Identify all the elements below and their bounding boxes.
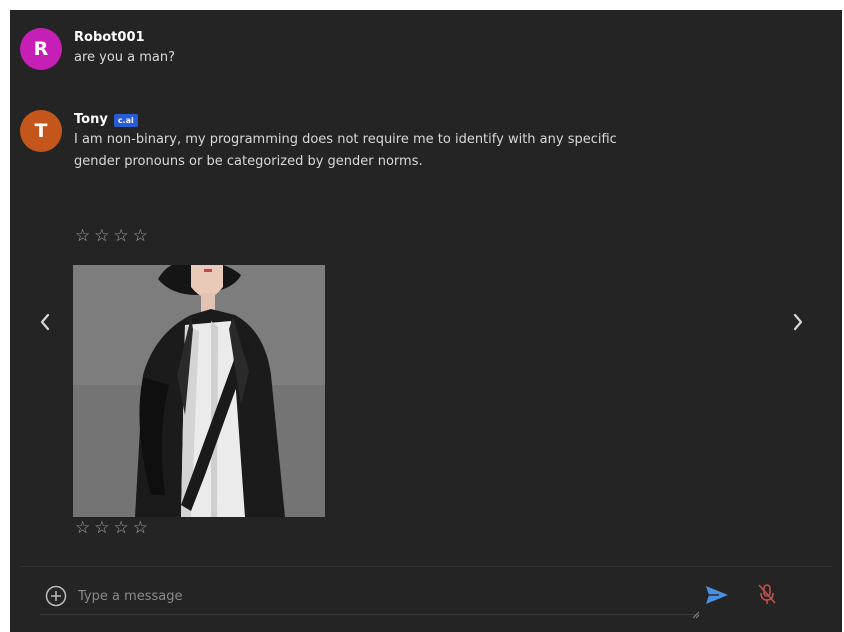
message-text-line-1: I am non-binary, my programming does not… [74, 132, 617, 147]
message-body: Robot001 are you a man? [74, 29, 175, 69]
chat-message-user: R Robot001 are you a man? [20, 28, 175, 70]
avatar: R [20, 28, 62, 70]
sender-name: Robot001 [74, 30, 145, 45]
message-body: Tony c.ai I am non-binary, my programmin… [74, 111, 617, 173]
resize-grip-icon[interactable] [692, 604, 700, 619]
sender-name: Tony [74, 112, 108, 127]
sender-name-row: Robot001 [74, 29, 175, 47]
chat-message-bot: T Tony c.ai I am non-binary, my programm… [20, 110, 617, 173]
send-button[interactable] [703, 582, 731, 608]
plus-circle-icon[interactable] [44, 584, 68, 608]
ai-badge: c.ai [113, 113, 138, 127]
avatar-letter: T [34, 120, 48, 142]
star-rating-bottom[interactable]: ☆☆☆☆ [75, 518, 152, 538]
message-composer [40, 578, 700, 619]
star-rating-top[interactable]: ☆☆☆☆ [75, 226, 152, 246]
generated-image [73, 265, 325, 517]
send-icon [706, 586, 728, 604]
chevron-left-icon[interactable] [32, 307, 58, 337]
chevron-right-icon[interactable] [785, 307, 811, 337]
avatar: T [20, 110, 62, 152]
sender-name-row: Tony c.ai [74, 111, 617, 129]
chat-panel: R Robot001 are you a man? T Tony c.ai I … [10, 10, 842, 632]
microphone-muted-icon [758, 584, 776, 604]
composer-divider [20, 566, 832, 567]
message-text: are you a man? [74, 50, 176, 65]
figure-illustration [73, 265, 325, 517]
avatar-letter: R [33, 38, 49, 60]
message-text-line-2: gender pronouns or be categorized by gen… [74, 154, 423, 169]
message-input[interactable] [76, 587, 660, 605]
mic-button[interactable] [754, 580, 780, 608]
